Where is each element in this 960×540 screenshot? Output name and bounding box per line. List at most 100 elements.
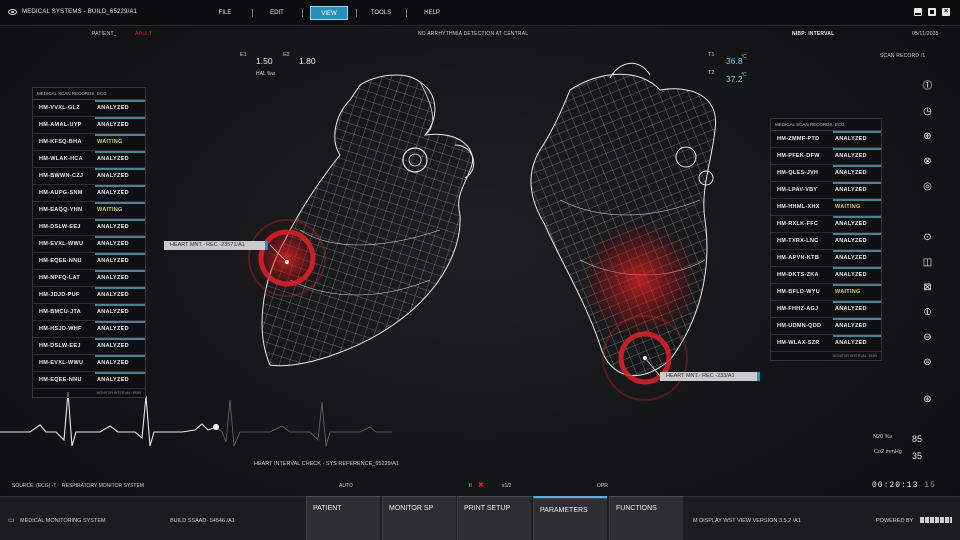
record-row[interactable]: HM-HHML-XHX WAITING [771, 199, 881, 216]
record-id: HM-JDJD-PUF [39, 292, 80, 298]
record-id: HM-APVN-KTB [777, 255, 820, 261]
mute-icon[interactable]: ✖ [478, 481, 484, 489]
record-row[interactable]: HM-EVXL-WWU ANALYZED [33, 236, 145, 253]
record-id: HM-PFEK-DFW [777, 153, 820, 159]
right-scan-records-panel: MEDICAL SCAN RECORDS: ECG HM-ZMMF-PTD ANA… [770, 118, 882, 361]
record-id: HM-TXRX-LNC [777, 238, 819, 244]
record-status: ANALYZED [831, 250, 881, 266]
record-row[interactable]: HM-EQEE-NNU ANALYZED [33, 253, 145, 270]
add-tool-icon[interactable]: ⊕ [922, 131, 933, 142]
record-id: HM-WLAK-HCA [39, 156, 83, 162]
record-status: ANALYZED [93, 304, 145, 320]
record-row[interactable]: HM-BMCU-JTA ANALYZED [33, 304, 145, 321]
record-row[interactable]: HM-PFEK-DFW ANALYZED [771, 148, 881, 165]
record-row[interactable]: HM-HSJD-WHF ANALYZED [33, 321, 145, 338]
record-status: ANALYZED [831, 216, 881, 232]
record-row[interactable]: HM-ZMMF-PTD ANALYZED [771, 131, 881, 148]
record-row[interactable]: HM-JDJD-PUF ANALYZED [33, 287, 145, 304]
record-row[interactable]: HM-DSLW-EEJ ANALYZED [33, 338, 145, 355]
record-row[interactable]: HM-VVXL-GLZ ANALYZED [33, 100, 145, 117]
record-id: HM-EQEE-NNU [39, 258, 82, 264]
heart-callout-left[interactable]: HEART MNT.- REC -23571/A1 [164, 241, 268, 250]
record-id: HM-EVXL-WWU [39, 241, 84, 247]
record-status: ANALYZED [831, 131, 881, 147]
record-id: HM-BFLD-WYU [777, 289, 821, 295]
monitor-icon: ▭ [8, 517, 15, 524]
record-id: HM-RXLK-FFC [777, 221, 819, 227]
record-row[interactable]: HM-KFSQ-BHA WAITING [33, 134, 145, 151]
n2o-value: 85 [912, 434, 923, 444]
n2o-label: N20 %v [873, 434, 893, 440]
heart-callout-right[interactable]: HEART MNT.- REC -233/A1 [660, 372, 760, 381]
record-status: ANALYZED [831, 148, 881, 164]
record-status: ANALYZED [93, 338, 145, 354]
record-row[interactable]: HM-EAQQ-YHN WAITING [33, 202, 145, 219]
record-row[interactable]: HM-WLAX-SZR ANALYZED [771, 335, 881, 352]
record-status: WAITING [831, 199, 881, 215]
record-row[interactable]: HM-UDMN-QDD ANALYZED [771, 318, 881, 335]
record-row[interactable]: HM-NPFQ-LAT ANALYZED [33, 270, 145, 287]
record-row[interactable]: HM-TXRX-LNC ANALYZED [771, 233, 881, 250]
record-status: ANALYZED [93, 117, 145, 133]
record-row[interactable]: HM-BFLD-WYU WAITING [771, 284, 881, 301]
record-status: ANALYZED [93, 219, 145, 235]
measure-tool-icon[interactable]: ⦶ [922, 307, 933, 318]
timer-tool-icon[interactable]: ◷ [922, 106, 933, 117]
record-status: ANALYZED [93, 236, 145, 252]
opr-label: OPR [597, 483, 608, 489]
tab-patient[interactable]: PATIENT [306, 496, 380, 540]
settings-tool-icon[interactable]: ◎ [922, 181, 933, 192]
info-tool-icon[interactable]: ⓵ [922, 81, 933, 92]
record-row[interactable]: HM-APVN-KTB ANALYZED [771, 250, 881, 267]
record-row[interactable]: HM-DSLW-EEJ ANALYZED [33, 219, 145, 236]
zoom-tool-icon[interactable]: ⊜ [922, 357, 933, 368]
ecg-caption: HEART INTERVAL CHECK - SYS REFERENCE_652… [254, 461, 399, 467]
record-id: HM-BMCU-JTA [39, 309, 81, 315]
record-tool-icon[interactable]: ⊛ [922, 394, 933, 405]
co2-value: 35 [912, 451, 923, 461]
record-status: WAITING [93, 202, 145, 218]
target-tool-icon[interactable]: ⊙ [922, 232, 933, 243]
monitor-screen: MEDICAL SYSTEMS - BUILD_65229/A1 FILE ED… [0, 0, 960, 540]
speed-ratio[interactable]: x1/2 [502, 483, 511, 489]
lead-label: II [469, 483, 472, 489]
record-id: HM-AUPG-SNM [39, 190, 83, 196]
record-status: ANALYZED [831, 267, 881, 283]
tab-parameters[interactable]: PARAMETERS [533, 496, 607, 540]
record-row[interactable]: HM-BWWN-CZJ ANALYZED [33, 168, 145, 185]
record-status: ANALYZED [93, 355, 145, 371]
auto-mode[interactable]: AUTO [339, 483, 353, 489]
tab-monitor-sp[interactable]: MONITOR SP [382, 496, 456, 540]
record-id: HM-KFSQ-BHA [39, 139, 82, 145]
record-row[interactable]: HM-AMAL-UYP ANALYZED [33, 117, 145, 134]
record-id: HM-BWWN-CZJ [39, 173, 84, 179]
left-heart [248, 74, 475, 367]
record-row[interactable]: HM-FHHZ-AGJ ANALYZED [771, 301, 881, 318]
powered-by: POWERED BY [876, 518, 914, 524]
record-status: ANALYZED [93, 185, 145, 201]
record-id: HM-DSLW-EEJ [39, 224, 81, 230]
panel-footer: MONITOR INTERVAL: 5MIN [96, 391, 141, 395]
cancel-tool-icon[interactable]: ⊗ [922, 156, 933, 167]
record-row[interactable]: HM-EVXL-WWU ANALYZED [33, 355, 145, 372]
record-row[interactable]: HM-RXLK-FFC ANALYZED [771, 216, 881, 233]
signal-source: SOURCE: (ECG) -T [12, 483, 57, 489]
left-scan-records-panel: MEDICAL SCAN RECORDS: ECG HM-VVXL-GLZ ANA… [32, 87, 146, 398]
record-row[interactable]: HM-WLAK-HCA ANALYZED [33, 151, 145, 168]
panel-title: MEDICAL SCAN RECORDS: ECG [771, 119, 881, 131]
record-row[interactable]: HM-DKTS-ZKA ANALYZED [771, 267, 881, 284]
record-status: ANALYZED [831, 233, 881, 249]
minus-tool-icon[interactable]: ⊖ [922, 332, 933, 343]
tab-functions[interactable]: FUNCTIONS [609, 496, 683, 540]
record-row[interactable]: HM-AUPG-SNM ANALYZED [33, 185, 145, 202]
record-id: HM-EQEE-NNU [39, 377, 82, 383]
record-row[interactable]: HM-LPAV-VBY ANALYZED [771, 182, 881, 199]
tab-print-setup[interactable]: PRINT SETUP [457, 496, 531, 540]
record-row[interactable]: HM-EQEE-NNU ANALYZED [33, 372, 145, 389]
record-status: ANALYZED [93, 100, 145, 116]
split-view-icon[interactable]: ◫ [922, 257, 933, 268]
record-row[interactable]: HM-QLES-JVH ANALYZED [771, 165, 881, 182]
elapsed-clock: 00:20:13 15 [872, 481, 936, 490]
crosshair-tool-icon[interactable]: ⊠ [922, 282, 933, 293]
record-id: HM-ZMMF-PTD [777, 136, 820, 142]
